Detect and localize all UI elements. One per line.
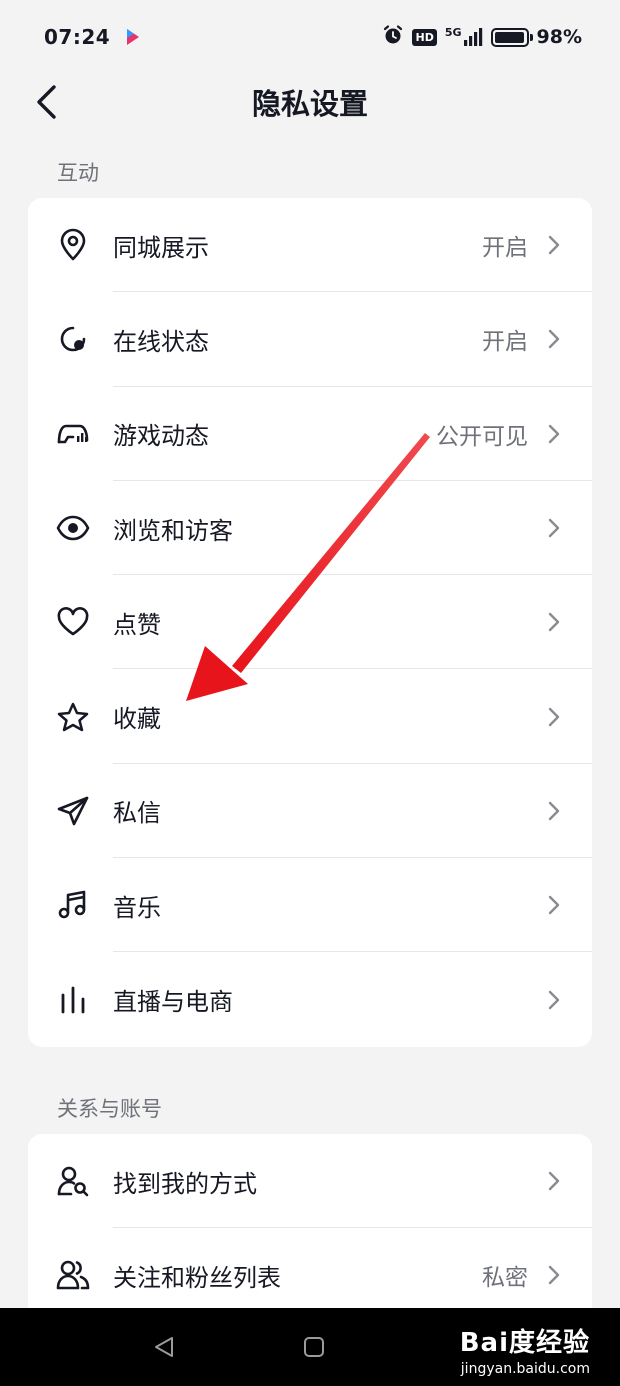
setting-row-likes[interactable]: 点赞 (28, 575, 592, 670)
page-title: 隐私设置 (251, 87, 368, 121)
battery-icon (490, 27, 533, 47)
setting-label: 游戏动态 (113, 422, 209, 451)
chevron-right-icon (548, 1171, 560, 1191)
chevron-right-icon (548, 424, 560, 443)
setting-row-live-commerce[interactable]: 直播与电商 (28, 952, 592, 1046)
user-search-icon (56, 1164, 90, 1198)
setting-label: 关注和粉丝列表 (113, 1263, 281, 1292)
back-button[interactable] (26, 82, 66, 122)
alarm-icon (382, 24, 404, 51)
setting-value: 公开可见 (436, 423, 528, 450)
section-label-relations: 关系与账号 (57, 1097, 162, 1121)
chevron-right-icon (548, 518, 560, 538)
star-icon (56, 700, 90, 734)
nav-back-icon[interactable] (152, 1336, 176, 1358)
nav-home-icon[interactable] (303, 1336, 325, 1358)
setting-label: 在线状态 (113, 327, 209, 356)
chevron-right-icon (548, 613, 560, 632)
setting-row-favorites[interactable]: 收藏 (28, 669, 592, 764)
baidu-watermark: Bai度经验 jingyan.baidu.com (460, 1322, 590, 1377)
watermark-brand: Bai度经验 (459, 1328, 590, 1358)
watermark-url: jingyan.baidu.com (460, 1361, 590, 1377)
setting-label: 浏览和访客 (113, 516, 233, 545)
online-status-icon (56, 322, 90, 356)
setting-label: 音乐 (113, 893, 161, 922)
chevron-right-icon (548, 707, 560, 726)
chevron-right-icon (548, 330, 560, 349)
hd-badge: HD (412, 28, 437, 46)
setting-row-game-activity[interactable]: 游戏动态 公开可见 (28, 387, 592, 481)
status-time: 07:24 (44, 25, 111, 49)
setting-label: 直播与电商 (113, 988, 233, 1017)
setting-row-find-me[interactable]: 找到我的方式 (28, 1134, 592, 1229)
setting-label: 私信 (113, 799, 161, 828)
setting-row-local-display[interactable]: 同城展示 开启 (28, 198, 592, 293)
chevron-right-icon (548, 235, 560, 255)
eye-icon (56, 511, 90, 545)
chevron-right-icon (548, 990, 560, 1009)
system-navigation-bar: Bai度经验 jingyan.baidu.com (0, 1308, 620, 1386)
setting-row-messages[interactable]: 私信 (28, 764, 592, 859)
heart-icon (56, 605, 90, 639)
battery-percent: 98% (536, 26, 582, 48)
music-note-icon (56, 888, 90, 922)
setting-label: 找到我的方式 (113, 1169, 257, 1198)
location-pin-icon (56, 228, 90, 262)
paper-plane-icon (56, 794, 90, 828)
users-icon (56, 1258, 90, 1292)
nav-bar: 隐私设置 (0, 74, 620, 130)
game-controller-icon (56, 417, 90, 451)
signal-icon: 5G (445, 27, 483, 47)
setting-label: 点赞 (113, 610, 161, 639)
chevron-right-icon (548, 1266, 560, 1285)
setting-row-browse-visitors[interactable]: 浏览和访客 (28, 481, 592, 576)
network-type: 5G (444, 26, 462, 39)
setting-value: 开启 (482, 235, 528, 262)
back-arrow-icon (37, 85, 56, 119)
setting-row-music[interactable]: 音乐 (28, 858, 592, 953)
chevron-right-icon (548, 801, 560, 821)
status-bar: 07:24 HD 5G 98% (0, 0, 620, 74)
setting-label: 收藏 (113, 705, 161, 734)
setting-value: 私密 (482, 1265, 528, 1292)
setting-label: 同城展示 (113, 233, 209, 262)
setting-value: 开启 (482, 329, 528, 356)
relations-card: 找到我的方式 关注和粉丝列表 私密 (28, 1134, 592, 1323)
setting-row-online-status[interactable]: 在线状态 开启 (28, 292, 592, 387)
app-notification-icon (122, 26, 144, 48)
section-label-interaction: 互动 (57, 161, 99, 185)
status-indicators: HD 5G 98% (382, 24, 582, 51)
chevron-right-icon (548, 896, 560, 915)
live-bars-icon (56, 983, 90, 1017)
interaction-card: 同城展示 开启 在线状态 开启 游戏动态 公开可见 浏览和访客 点赞 收藏 私信… (28, 198, 592, 1047)
